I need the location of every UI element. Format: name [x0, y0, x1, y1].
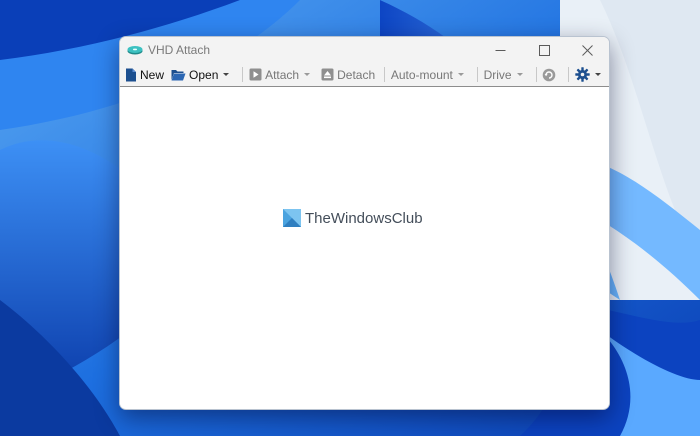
title-bar[interactable]: VHD Attach [120, 37, 609, 63]
toolbar-separator [384, 67, 385, 82]
detach-label: Detach [337, 67, 376, 82]
refresh-icon [543, 68, 556, 81]
window-title: VHD Attach [148, 43, 211, 57]
new-label: New [140, 67, 165, 82]
eject-icon [321, 68, 334, 81]
open-button[interactable]: Open [169, 65, 235, 84]
toolbar-separator [535, 67, 537, 82]
minimize-button[interactable] [479, 37, 521, 63]
toolbar-separator [568, 67, 570, 82]
new-button[interactable]: New [123, 65, 166, 84]
attach-dropdown-arrow-icon[interactable] [304, 73, 311, 76]
folder-open-icon [171, 70, 186, 81]
refresh-button[interactable] [540, 65, 561, 84]
minimize-icon [495, 49, 505, 51]
close-icon [581, 44, 593, 56]
drive-label: Drive [483, 67, 512, 82]
watermark-text: TheWindowsClub [305, 209, 423, 227]
detach-button[interactable]: Detach [319, 65, 377, 84]
new-file-icon [126, 68, 136, 81]
auto-mount-dropdown-arrow-icon[interactable] [457, 73, 464, 76]
attach-label: Attach [265, 67, 300, 82]
disk-icon [127, 46, 143, 55]
maximize-icon [538, 44, 550, 56]
watermark: TheWindowsClub [283, 209, 423, 227]
vhd-attach-window: VHD Attach New Open Attach Detach Auto-m… [119, 36, 610, 410]
drive-button[interactable]: Drive [482, 65, 529, 84]
toolbar-separator [476, 67, 478, 82]
close-button[interactable] [566, 37, 608, 63]
maximize-button[interactable] [523, 37, 565, 63]
open-dropdown-arrow-icon[interactable] [223, 73, 230, 76]
drive-dropdown-arrow-icon[interactable] [516, 73, 523, 76]
play-icon [249, 68, 262, 81]
watermark-logo-icon [283, 209, 301, 227]
open-label: Open [189, 67, 219, 82]
vhd-list-area[interactable]: TheWindowsClub [120, 87, 609, 408]
settings-button[interactable] [573, 65, 607, 84]
toolbar: New Open Attach Detach Auto-mount Drive [120, 63, 609, 87]
attach-button[interactable]: Attach [247, 65, 316, 84]
toolbar-separator [242, 67, 244, 82]
auto-mount-button[interactable]: Auto-mount [389, 65, 470, 84]
auto-mount-label: Auto-mount [390, 67, 453, 82]
settings-dropdown-arrow-icon[interactable] [595, 73, 602, 76]
gear-icon [575, 67, 590, 82]
